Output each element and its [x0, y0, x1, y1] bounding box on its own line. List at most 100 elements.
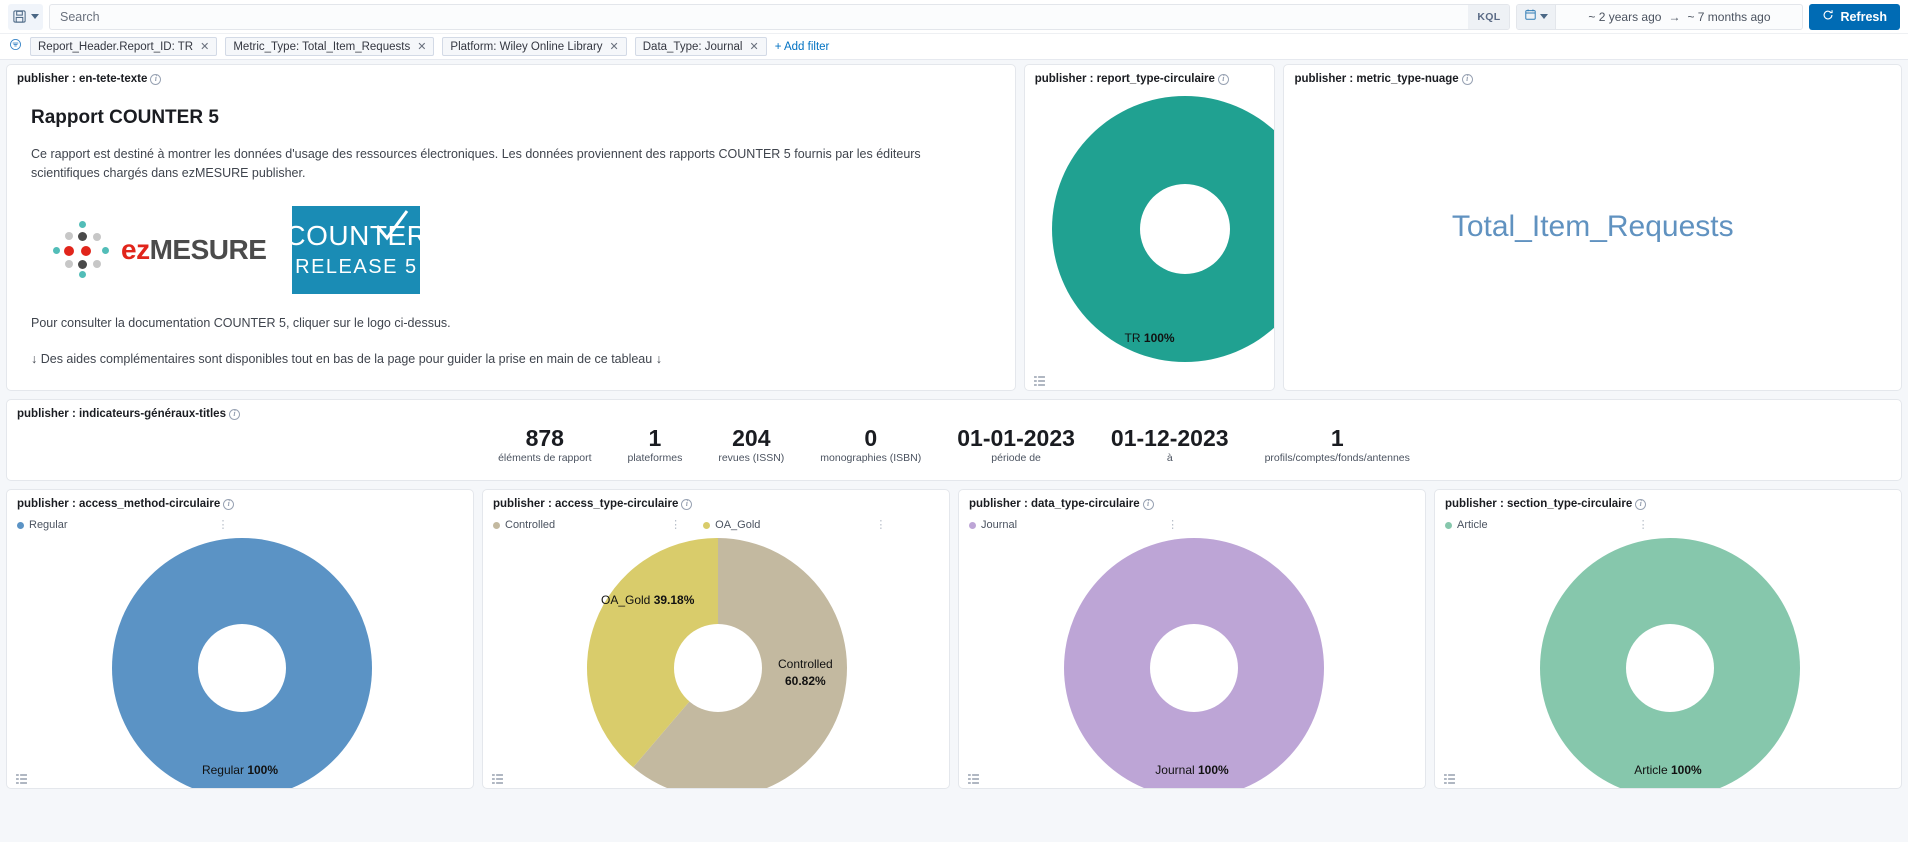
metric-revues-issn[interactable]: 204 revues (ISSN)	[700, 426, 802, 464]
ezmesure-wordmark: ezMESURE	[121, 233, 267, 266]
chevron-down-icon	[1540, 14, 1549, 19]
legend-actions-icon[interactable]: ⋮	[1638, 519, 1649, 530]
panel-title-text: publisher : section_type-circulaire	[1445, 498, 1633, 510]
legend-actions-icon[interactable]: ⋮	[218, 519, 229, 530]
legend-color-dot	[17, 521, 24, 529]
info-icon[interactable]: i	[681, 498, 693, 510]
inspect-icon[interactable]	[1033, 373, 1045, 386]
metric-periode-de[interactable]: 01-01-2023 période de	[939, 426, 1093, 464]
close-icon[interactable]: ✕	[749, 40, 758, 53]
filter-pill-report-id[interactable]: Report_Header.Report_ID: TR ✕	[30, 37, 218, 56]
legend-label: Article	[1457, 519, 1488, 531]
legend-item-controlled[interactable]: Controlled	[493, 519, 555, 531]
legend-item-journal[interactable]: Journal	[969, 519, 1017, 531]
ezmesure-word-gray: MESURE	[149, 233, 267, 265]
slice-pct: 39.18%	[653, 593, 695, 607]
search-field-wrapper[interactable]: KQL	[49, 3, 1511, 30]
donut-slice-label-regular: Regular 100%	[7, 763, 473, 777]
metric-value: 1	[1330, 425, 1344, 451]
chevron-down-icon	[31, 14, 39, 19]
ezmesure-logo[interactable]: ezMESURE	[53, 220, 267, 279]
ezmesure-dots-icon	[53, 220, 111, 279]
metric-monographies-isbn[interactable]: 0 monographies (ISBN)	[802, 426, 939, 464]
panel-title-text: publisher : indicateurs-généraux-titles	[17, 408, 226, 420]
donut-chart-report-type[interactable]: TR 100%	[1025, 89, 1275, 377]
legend-actions-icon[interactable]: ⋮	[1167, 519, 1178, 530]
slice-name: Controlled	[778, 657, 833, 671]
chart-legend: Article ⋮	[1435, 514, 1901, 536]
panel-title-text: publisher : en-tete-texte	[17, 73, 148, 85]
donut-chart-section-type[interactable]: Article 100%	[1435, 536, 1901, 788]
info-icon[interactable]: i	[1217, 73, 1229, 85]
metric-label: plateformes	[627, 452, 683, 465]
inspect-icon[interactable]	[492, 771, 503, 784]
close-icon[interactable]: ✕	[610, 40, 619, 53]
filter-icon[interactable]	[9, 38, 22, 56]
saved-query-button[interactable]	[8, 3, 43, 30]
filter-pill-data-type[interactable]: Data_Type: Journal ✕	[634, 37, 767, 56]
markdown-body: Rapport COUNTER 5 Ce rapport est destiné…	[7, 89, 1015, 366]
legend-actions-icon[interactable]: ⋮	[670, 519, 681, 530]
metric-plateformes[interactable]: 1 plateformes	[609, 426, 700, 464]
slice-name: Journal	[1155, 763, 1195, 777]
legend-item-regular[interactable]: Regular	[17, 519, 68, 531]
info-icon[interactable]: i	[223, 498, 235, 510]
filter-pill-platform[interactable]: Platform: Wiley Online Library ✕	[442, 37, 627, 56]
donut-chart-data-type[interactable]: Journal 100%	[959, 536, 1425, 788]
refresh-button[interactable]: Refresh	[1809, 3, 1900, 30]
wordcloud-chart[interactable]: Total_Item_Requests	[1284, 89, 1901, 364]
panel-title-text: publisher : access_type-circulaire	[493, 498, 679, 510]
metrics-row: 878 éléments de rapport 1 plateformes 20…	[7, 424, 1901, 464]
filter-label: Metric_Type: Total_Item_Requests	[233, 40, 411, 53]
counter-release5-logo[interactable]: COUNTER RELEASE 5	[285, 205, 427, 294]
add-filter-button[interactable]: + Add filter	[775, 41, 830, 53]
search-input[interactable]	[50, 4, 1469, 29]
dashboard-row-2: publisher : indicateurs-généraux-titles …	[6, 399, 1902, 481]
wordcloud-term[interactable]: Total_Item_Requests	[1452, 210, 1734, 244]
metric-profils-comptes[interactable]: 1 profils/comptes/fonds/antennes	[1247, 426, 1428, 464]
panel-title-text: publisher : metric_type-nuage	[1294, 73, 1459, 85]
chart-legend: Journal ⋮	[959, 514, 1425, 536]
info-icon[interactable]: i	[1142, 498, 1154, 510]
close-icon[interactable]: ✕	[200, 40, 209, 53]
chart-legend: Controlled ⋮ OA_Gold ⋮	[483, 514, 949, 536]
dashboard-row-1: publisher : en-tete-texte i Rapport COUN…	[6, 64, 1902, 391]
metric-label: revues (ISSN)	[718, 452, 785, 465]
metric-value: 01-12-2023	[1110, 425, 1229, 451]
inspect-icon[interactable]	[16, 771, 27, 784]
donut-chart-access-method[interactable]: Regular 100%	[7, 536, 473, 788]
panel-title: publisher : access_type-circulaire i	[483, 490, 949, 514]
info-icon[interactable]: i	[228, 408, 240, 420]
kql-language-button[interactable]: KQL	[1468, 4, 1510, 29]
metric-elements-de-rapport[interactable]: 878 éléments de rapport	[480, 426, 609, 464]
slice-name: TR	[1124, 331, 1141, 345]
legend-item-article[interactable]: Article	[1445, 519, 1488, 531]
legend-actions-icon[interactable]: ⋮	[875, 519, 886, 530]
metric-value: 1	[648, 425, 662, 451]
date-range-arrow-icon: →	[1668, 9, 1681, 24]
filter-pill-metric-type[interactable]: Metric_Type: Total_Item_Requests ✕	[225, 37, 435, 56]
legend-label: Journal	[981, 519, 1018, 531]
inspect-icon[interactable]	[1444, 771, 1455, 784]
close-icon[interactable]: ✕	[417, 40, 426, 53]
legend-label: Regular	[29, 519, 68, 531]
date-range-end: ~ 7 months ago	[1687, 9, 1771, 24]
metric-periode-a[interactable]: 01-12-2023 à	[1093, 426, 1247, 464]
info-icon[interactable]: i	[1461, 73, 1473, 85]
donut-chart-access-type[interactable]: OA_Gold 39.18% Controlled 60.82%	[483, 536, 949, 788]
date-picker[interactable]: ~ 2 years ago → ~ 7 months ago	[1516, 3, 1804, 30]
metric-label: à	[1166, 452, 1173, 465]
date-quick-menu-button[interactable]	[1517, 4, 1557, 29]
calendar-icon	[1524, 8, 1537, 26]
info-icon[interactable]: i	[150, 73, 162, 85]
inspect-icon[interactable]	[968, 771, 979, 784]
panel-title: publisher : access_method-circulaire i	[7, 490, 473, 514]
date-range-display[interactable]: ~ 2 years ago → ~ 7 months ago	[1556, 5, 1802, 29]
slice-name: OA_Gold	[601, 593, 651, 607]
panel-report-type-circulaire: publisher : report_type-circulaire i TR …	[1023, 64, 1276, 391]
legend-item-oa-gold[interactable]: OA_Gold	[703, 519, 760, 531]
legend-label: OA_Gold	[715, 519, 761, 531]
info-icon[interactable]: i	[1635, 498, 1647, 510]
panel-title: publisher : data_type-circulaire i	[959, 490, 1425, 514]
legend-color-dot	[703, 521, 711, 529]
